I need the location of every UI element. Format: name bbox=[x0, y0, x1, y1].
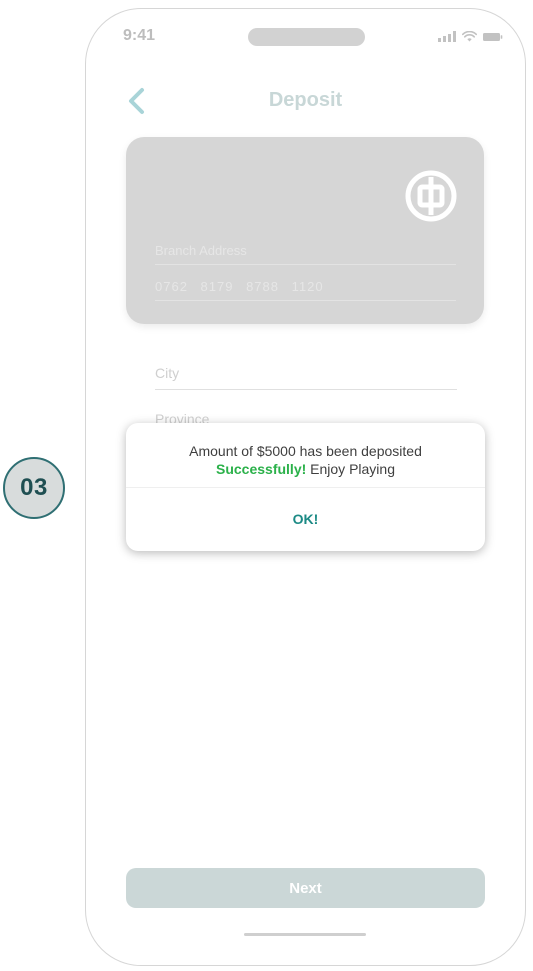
next-button[interactable]: Next bbox=[126, 868, 485, 908]
dialog-message: Amount of $5000 has been deposited Succe… bbox=[126, 442, 485, 478]
step-badge: 03 bbox=[3, 457, 65, 519]
dialog-message-line1: Amount of $5000 has been deposited bbox=[189, 443, 422, 459]
page-title: Deposit bbox=[268, 89, 343, 111]
card-number-field[interactable]: 0762 8179 8788 1120 bbox=[155, 265, 456, 301]
phone-notch bbox=[248, 28, 365, 46]
page: 03 9:41 Deposit Branch Address 0762 8179… bbox=[0, 0, 533, 971]
status-time: 9:41 bbox=[123, 27, 156, 44]
dialog-divider bbox=[126, 487, 485, 488]
battery-icon bbox=[483, 32, 503, 42]
step-badge-label: 03 bbox=[20, 474, 48, 501]
signal-icon bbox=[438, 31, 456, 42]
success-dialog: Amount of $5000 has been deposited Succe… bbox=[126, 423, 485, 551]
dialog-success-word: Successfully! bbox=[216, 461, 307, 477]
branch-address-field[interactable]: Branch Address bbox=[155, 229, 456, 265]
status-icons bbox=[438, 31, 503, 42]
phone-frame: 9:41 Deposit Branch Address 0762 8179 87… bbox=[85, 8, 526, 966]
wifi-icon bbox=[462, 31, 477, 42]
bank-card[interactable]: Branch Address 0762 8179 8788 1120 bbox=[126, 137, 484, 324]
home-indicator bbox=[244, 933, 366, 936]
dialog-message-line2: Successfully! Enjoy Playing bbox=[126, 460, 485, 478]
bank-logo-icon bbox=[405, 170, 457, 222]
dialog-message-line2-rest: Enjoy Playing bbox=[306, 461, 395, 477]
city-field[interactable]: City bbox=[155, 356, 457, 390]
ok-button[interactable]: OK! bbox=[126, 502, 485, 536]
